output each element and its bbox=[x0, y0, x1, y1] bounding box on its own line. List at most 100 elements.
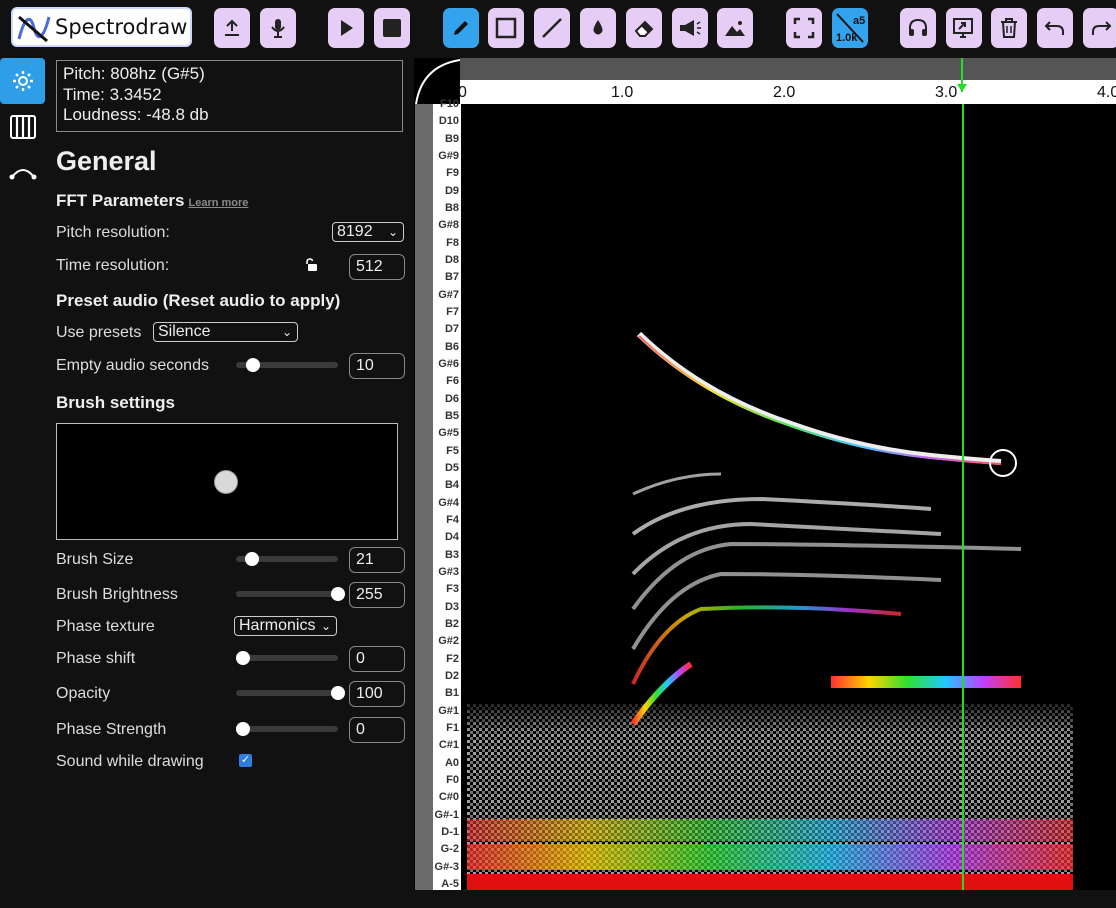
play-button[interactable] bbox=[328, 8, 364, 48]
sound-while-drawing-checkbox[interactable]: ✓ bbox=[239, 754, 252, 767]
note-label: G#2 bbox=[438, 635, 459, 648]
stop-button[interactable] bbox=[374, 8, 410, 48]
pitch-resolution-select[interactable]: 8192 ⌄ bbox=[332, 222, 404, 242]
empty-seconds-slider[interactable] bbox=[236, 358, 338, 372]
ruler-strip bbox=[460, 58, 1116, 80]
rail-settings[interactable] bbox=[0, 58, 45, 104]
empty-seconds-input[interactable]: 10 bbox=[349, 353, 405, 379]
harmonic-line bbox=[631, 496, 932, 536]
brush-preview-dot bbox=[214, 470, 238, 494]
slider-thumb[interactable] bbox=[246, 358, 261, 372]
redo-icon bbox=[1092, 21, 1112, 35]
image-tool-button[interactable] bbox=[717, 8, 753, 48]
note-label: D10 bbox=[438, 115, 459, 128]
brush-size-label: Brush Size bbox=[56, 551, 134, 568]
rail-piano[interactable] bbox=[0, 104, 45, 150]
fullscreen-button[interactable] bbox=[786, 8, 822, 48]
snap-pitch-button[interactable]: a5 1.0k bbox=[832, 8, 868, 48]
piano-icon bbox=[9, 115, 36, 139]
cursor-info: Pitch: 808hz (G#5) Time: 3.3452 Loudness… bbox=[56, 60, 403, 132]
opacity-input[interactable]: 100 bbox=[349, 681, 405, 707]
note-label: D-1 bbox=[441, 826, 459, 838]
snap-top-text: a5 bbox=[853, 15, 865, 27]
note-label: G#4 bbox=[438, 496, 459, 509]
learn-more-link[interactable]: Learn more bbox=[189, 197, 249, 209]
time-readout: Time: 3.3452 bbox=[63, 84, 162, 104]
logo-icon bbox=[17, 15, 51, 43]
time-ruler[interactable]: 0 1.0 2.0 3.0 4.0 bbox=[458, 58, 1116, 104]
checkmark-icon: ✓ bbox=[240, 754, 251, 766]
sound-while-drawing-label: Sound while drawing bbox=[56, 753, 204, 770]
pen-tool-button[interactable] bbox=[443, 8, 479, 48]
drawn-pitch-sweep bbox=[636, 331, 1002, 465]
brush-brightness-slider[interactable] bbox=[236, 587, 345, 601]
export-button[interactable] bbox=[946, 8, 982, 48]
use-presets-select[interactable]: Silence ⌄ bbox=[153, 322, 298, 342]
note-label: G#-1 bbox=[434, 808, 459, 821]
rail-curve[interactable] bbox=[0, 150, 45, 196]
slider-thumb[interactable] bbox=[245, 552, 260, 566]
bright-tone-band bbox=[831, 676, 1021, 688]
blur-tool-button[interactable] bbox=[580, 8, 616, 48]
headphones-button[interactable] bbox=[900, 8, 936, 48]
band-low-3 bbox=[467, 874, 1073, 890]
delete-button[interactable] bbox=[991, 8, 1027, 48]
note-label: G#-3 bbox=[434, 860, 459, 873]
note-label: D6 bbox=[444, 392, 459, 405]
harmonic-line bbox=[631, 521, 942, 576]
note-label: C#0 bbox=[438, 791, 459, 804]
note-label: B7 bbox=[444, 271, 459, 284]
note-label: G#5 bbox=[438, 427, 459, 440]
brush-size-slider[interactable] bbox=[236, 552, 338, 566]
playhead-marker-icon[interactable] bbox=[956, 58, 968, 104]
export-icon bbox=[953, 18, 973, 38]
note-label: F6 bbox=[446, 375, 459, 388]
bottom-bar bbox=[414, 890, 1116, 908]
phase-shift-input[interactable]: 0 bbox=[349, 646, 405, 672]
phase-strength-input[interactable]: 0 bbox=[349, 717, 405, 743]
settings-icon bbox=[12, 71, 33, 91]
slider-thumb[interactable] bbox=[331, 686, 345, 700]
note-label: D9 bbox=[444, 184, 459, 197]
spectrogram-canvas[interactable] bbox=[461, 104, 1116, 890]
opacity-slider[interactable] bbox=[236, 686, 345, 700]
note-label: G#8 bbox=[438, 219, 459, 232]
brush-heading: Brush settings bbox=[56, 393, 176, 412]
phase-shift-slider[interactable] bbox=[236, 651, 338, 665]
app-name: Spectrodraw bbox=[55, 15, 188, 39]
note-label: A-5 bbox=[441, 878, 459, 890]
redo-button[interactable] bbox=[1083, 8, 1116, 48]
headphones-icon bbox=[909, 18, 927, 36]
harmonic-line bbox=[632, 472, 722, 496]
note-label: B6 bbox=[444, 340, 459, 353]
app-logo[interactable]: Spectrodraw bbox=[11, 7, 192, 47]
slider-thumb[interactable] bbox=[236, 722, 251, 736]
pitch-resolution-value: 8192 bbox=[337, 223, 373, 240]
note-label: B3 bbox=[444, 548, 459, 561]
undo-button[interactable] bbox=[1037, 8, 1073, 48]
note-axis-gutter bbox=[415, 104, 433, 890]
brush-preview bbox=[56, 423, 398, 540]
note-label: B1 bbox=[444, 687, 459, 700]
note-label: B2 bbox=[444, 618, 459, 630]
unlock-icon[interactable] bbox=[304, 258, 318, 272]
eraser-tool-button[interactable] bbox=[626, 8, 662, 48]
rectangle-tool-button[interactable] bbox=[488, 8, 524, 48]
undo-icon bbox=[1044, 21, 1064, 35]
rectangle-icon bbox=[495, 17, 517, 39]
phase-texture-select[interactable]: Harmonics ⌄ bbox=[234, 616, 337, 636]
slider-thumb[interactable] bbox=[236, 651, 251, 665]
band-low-2 bbox=[467, 844, 1073, 870]
brush-size-input[interactable]: 21 bbox=[349, 547, 405, 573]
note-label: F2 bbox=[446, 652, 459, 665]
phase-texture-label: Phase texture bbox=[56, 618, 155, 635]
phase-strength-slider[interactable] bbox=[236, 722, 338, 736]
time-tick: 3.0 bbox=[935, 84, 958, 101]
amplify-tool-button[interactable] bbox=[672, 8, 708, 48]
slider-thumb[interactable] bbox=[331, 587, 345, 601]
brush-brightness-input[interactable]: 255 bbox=[349, 582, 405, 608]
time-resolution-input[interactable]: 512 bbox=[349, 254, 405, 280]
record-button[interactable] bbox=[260, 8, 296, 48]
upload-button[interactable] bbox=[214, 8, 250, 48]
line-tool-button[interactable] bbox=[534, 8, 570, 48]
